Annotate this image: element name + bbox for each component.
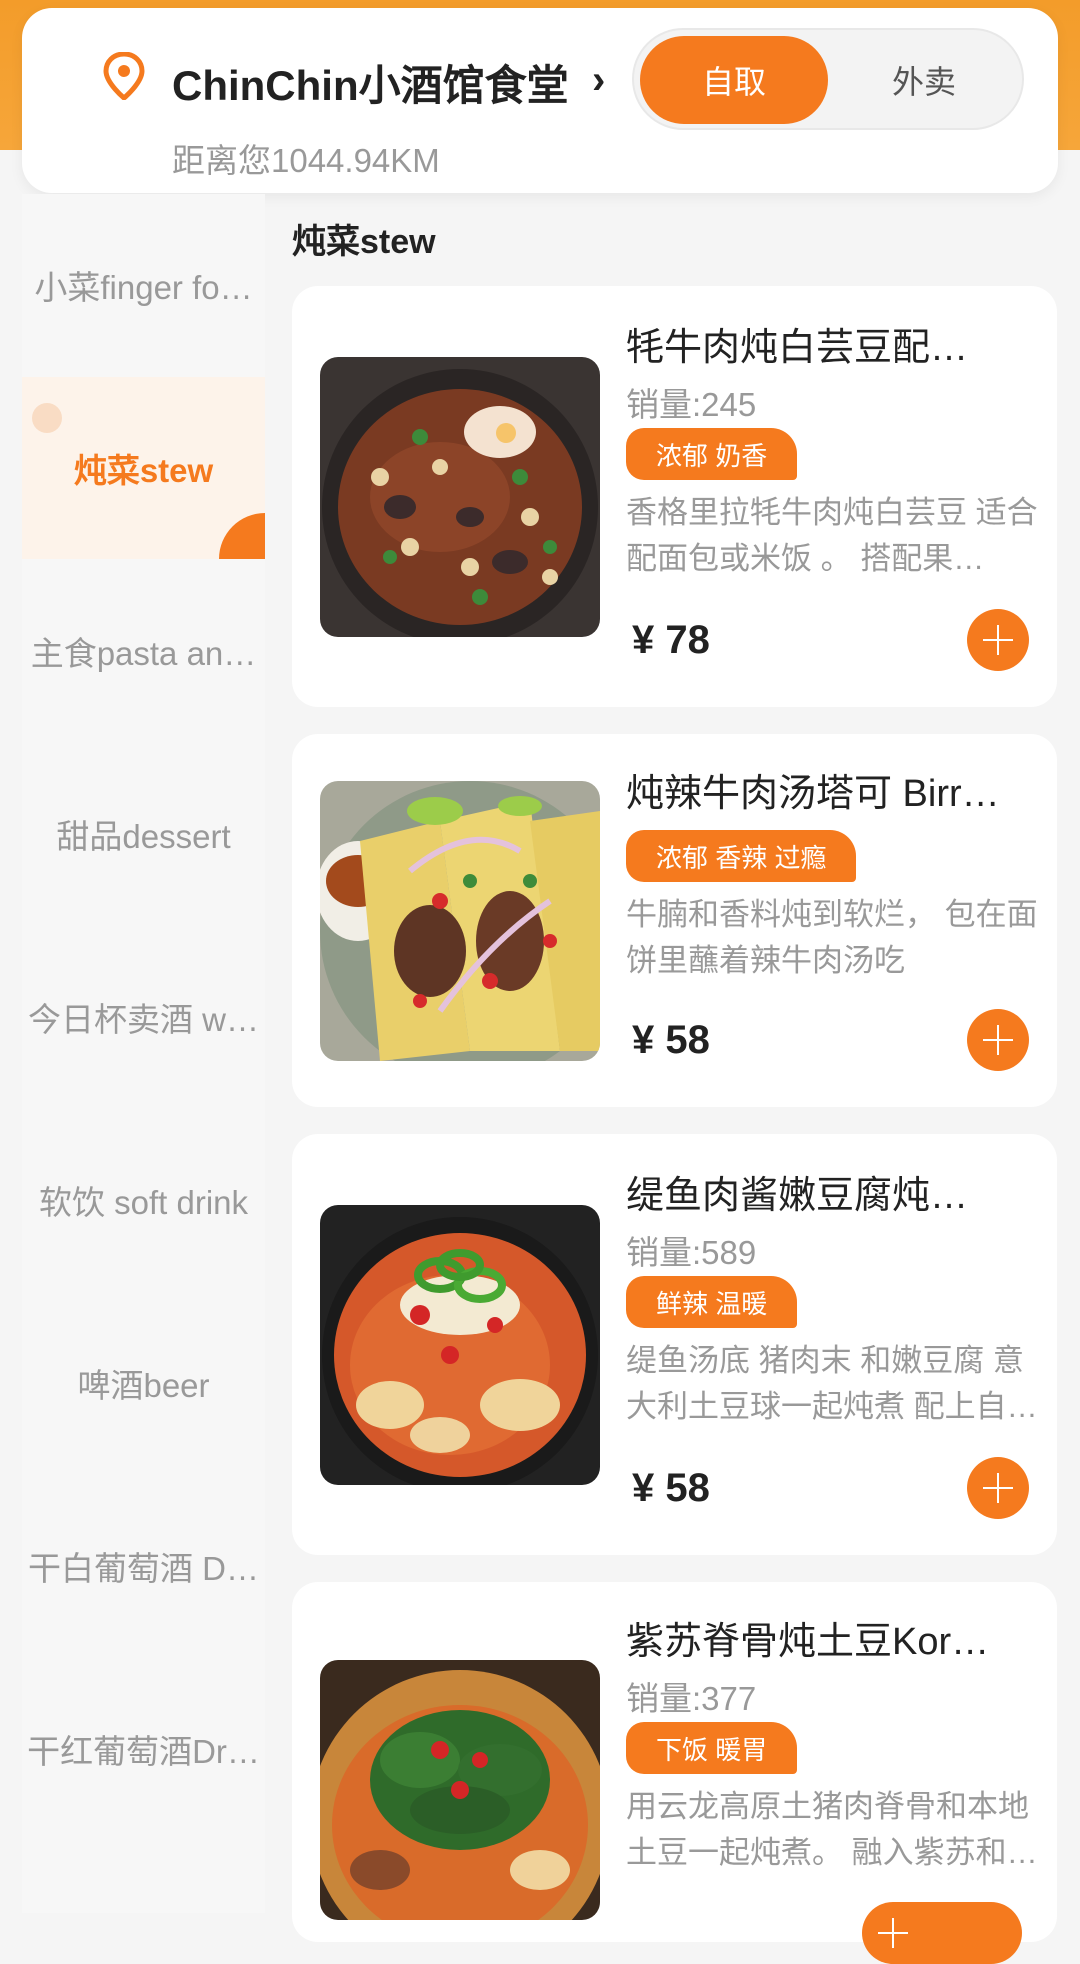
dish-sales: 销量:589 bbox=[626, 1234, 757, 1271]
active-indicator bbox=[219, 513, 265, 559]
dish-image bbox=[320, 1205, 600, 1485]
sidebar-item-dry-white[interactable]: 干白葡萄酒 D… bbox=[22, 1475, 265, 1657]
store-distance: 距离您1044.94KM bbox=[172, 142, 440, 179]
dish-tag: 鲜辣 温暖 bbox=[626, 1276, 798, 1328]
add-to-cart-button[interactable] bbox=[967, 1009, 1029, 1071]
dish-image bbox=[320, 781, 600, 1061]
dish-image bbox=[320, 1660, 600, 1920]
dish-price: ¥ 58 bbox=[632, 1018, 710, 1062]
dish-tag: 浓郁 奶香 bbox=[626, 428, 798, 480]
store-header-card: ChinChin小酒馆食堂 › 距离您1044.94KM 自取 外卖 bbox=[22, 8, 1058, 193]
pickup-button[interactable]: 自取 bbox=[640, 36, 828, 124]
delivery-button[interactable]: 外卖 bbox=[830, 36, 1018, 124]
decorative-dot bbox=[32, 403, 62, 433]
dish-description: 缇鱼汤底 猪肉末 和嫩豆腐 意大利土豆球一起炖煮 配上自… bbox=[626, 1343, 1038, 1424]
dish-description: 牛腩和香料炖到软烂， 包在面饼里蘸着辣牛肉汤吃 bbox=[626, 897, 1038, 978]
dish-card[interactable]: 缇鱼肉酱嫩豆腐炖… 销量:589 鲜辣 温暖 缇鱼汤底 猪肉末 和嫩豆腐 意大利… bbox=[292, 1134, 1057, 1555]
dish-description: 香格里拉牦牛肉炖白芸豆 适合配面包或米饭 。 搭配果… bbox=[626, 495, 1038, 576]
sidebar-item-dessert[interactable]: 甜品dessert bbox=[22, 743, 265, 925]
sidebar-item-finger-food[interactable]: 小菜finger fo… bbox=[22, 194, 265, 376]
dish-image bbox=[320, 357, 600, 637]
section-title: 炖菜stew bbox=[292, 223, 436, 261]
dish-name: 炖辣牛肉汤塔可 Birr… bbox=[626, 773, 1000, 815]
dish-card[interactable]: 炖辣牛肉汤塔可 Birr… 浓郁 香辣 过瘾 牛腩和香料炖到软烂， 包在面饼里蘸… bbox=[292, 734, 1057, 1107]
dish-price: ¥ 78 bbox=[632, 618, 710, 662]
sidebar-item-pasta[interactable]: 主食pasta an… bbox=[22, 560, 265, 742]
dish-description: 用云龙高原土猪肉脊骨和本地土豆一起炖煮。 融入紫苏和… bbox=[626, 1789, 1038, 1870]
dish-tag: 下饭 暖胃 bbox=[626, 1722, 798, 1774]
dish-name: 牦牛肉炖白芸豆配… bbox=[626, 327, 969, 369]
dish-sales: 销量:245 bbox=[626, 386, 757, 423]
sidebar-item-soft-drink[interactable]: 软饮 soft drink bbox=[22, 1109, 265, 1291]
sidebar-item-stew[interactable]: 炖菜stew bbox=[22, 377, 265, 559]
sidebar-item-beer[interactable]: 啤酒beer bbox=[22, 1292, 265, 1474]
sidebar-item-wine-by-glass[interactable]: 今日杯卖酒 w… bbox=[22, 926, 265, 1108]
dish-card[interactable]: 紫苏脊骨炖土豆Kor… 销量:377 下饭 暖胃 用云龙高原土猪肉脊骨和本地土豆… bbox=[292, 1582, 1057, 1964]
add-to-cart-button[interactable] bbox=[967, 1457, 1029, 1519]
sidebar-item-label: 炖菜stew bbox=[73, 452, 214, 489]
dish-card[interactable]: 牦牛肉炖白芸豆配… 销量:245 浓郁 奶香 香格里拉牦牛肉炖白芸豆 适合配面包… bbox=[292, 286, 1057, 707]
chevron-right-icon[interactable]: › bbox=[592, 58, 605, 103]
dish-sales: 销量:377 bbox=[626, 1680, 757, 1717]
add-to-cart-button[interactable] bbox=[967, 609, 1029, 671]
location-pin-icon bbox=[103, 52, 145, 100]
dish-tag: 浓郁 香辣 过瘾 bbox=[626, 830, 857, 882]
add-to-cart-button[interactable] bbox=[862, 1902, 1022, 1964]
store-name[interactable]: ChinChin小酒馆食堂 bbox=[172, 52, 569, 113]
category-sidebar: 小菜finger fo… 炖菜stew 主食pasta an… 甜品desser… bbox=[22, 194, 265, 1913]
dish-name: 紫苏脊骨炖土豆Kor… bbox=[626, 1621, 990, 1663]
sidebar-item-dry-red[interactable]: 干红葡萄酒Dr… bbox=[22, 1658, 265, 1840]
pickup-delivery-toggle: 自取 外卖 bbox=[632, 28, 1024, 130]
dish-price: ¥ 58 bbox=[632, 1466, 710, 1510]
dish-name: 缇鱼肉酱嫩豆腐炖… bbox=[626, 1175, 969, 1217]
